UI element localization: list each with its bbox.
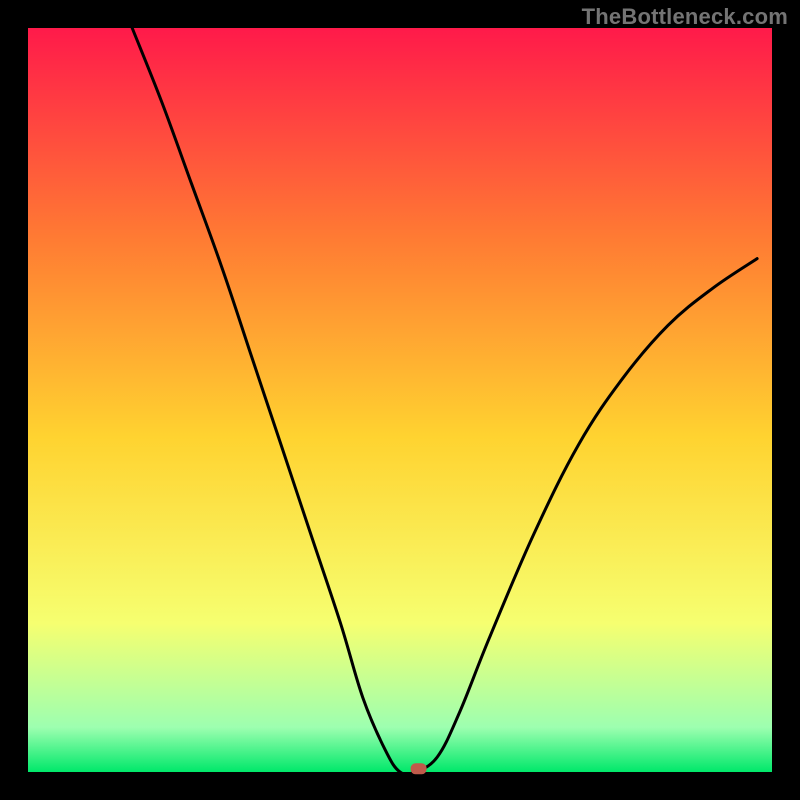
optimum-marker xyxy=(411,763,427,774)
chart-frame: TheBottleneck.com xyxy=(0,0,800,800)
watermark-text: TheBottleneck.com xyxy=(582,4,788,30)
bottleneck-chart xyxy=(0,0,800,800)
plot-background xyxy=(28,28,772,772)
